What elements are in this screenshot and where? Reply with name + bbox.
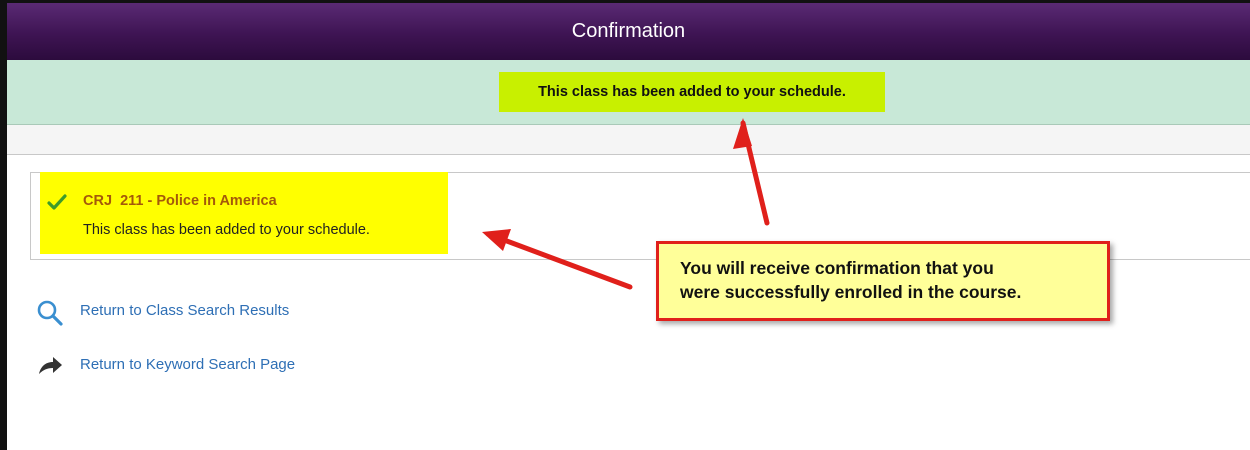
annotation-line-2: were successfully enrolled in the course… [680, 282, 1022, 302]
return-keyword-search-label[interactable]: Return to Keyword Search Page [80, 356, 295, 373]
toolbar-strip [7, 125, 1250, 155]
confirmation-banner: This class has been added to your schedu… [7, 60, 1250, 125]
page-title: Confirmation [7, 3, 1250, 60]
result-highlight [40, 172, 448, 254]
banner-message: This class has been added to your schedu… [499, 72, 885, 112]
course-status-message: This class has been added to your schedu… [83, 222, 370, 238]
annotation-callout: You will receive confirmation that you w… [656, 241, 1110, 321]
return-class-search-label[interactable]: Return to Class Search Results [80, 302, 289, 319]
checkmark-icon [47, 194, 67, 210]
return-arrow-icon [39, 357, 62, 374]
search-icon [37, 300, 63, 326]
return-keyword-search-link[interactable]: Return to Keyword Search Page [36, 353, 336, 379]
course-title: CRJ 211 - Police in America [83, 193, 277, 209]
annotation-line-1: You will receive confirmation that you [680, 258, 994, 278]
return-class-search-link[interactable]: Return to Class Search Results [36, 299, 336, 326]
